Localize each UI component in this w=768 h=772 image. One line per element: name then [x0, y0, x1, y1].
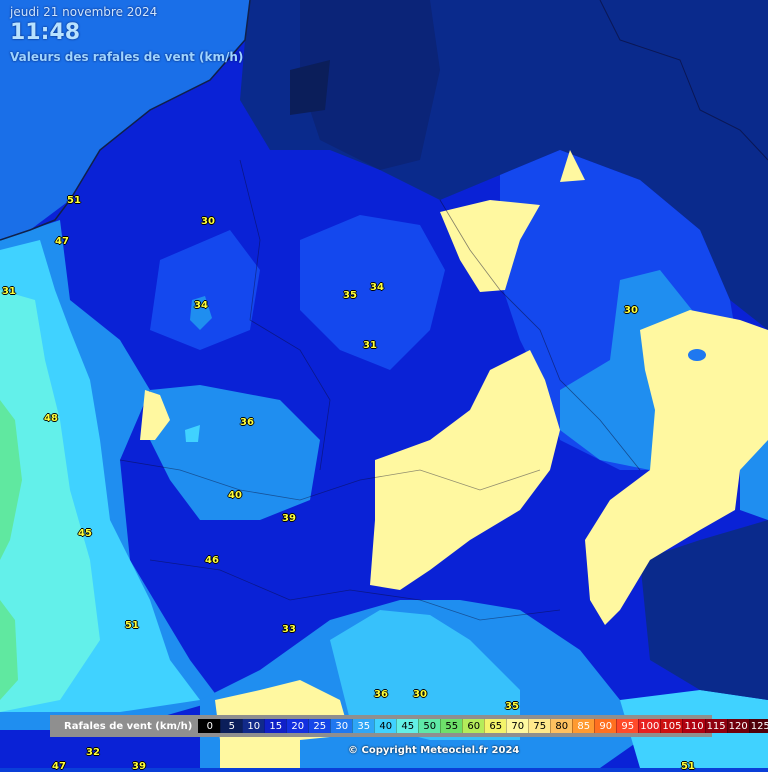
legend-step: 105	[660, 719, 683, 733]
legend-step: 40	[374, 719, 397, 733]
legend-step: 55	[440, 719, 463, 733]
legend-step: 5	[220, 719, 243, 733]
map-date: jeudi 21 novembre 2024	[10, 5, 158, 19]
gust-value: 31	[363, 340, 377, 351]
legend-step: 30	[330, 719, 353, 733]
gust-value: 46	[205, 555, 219, 566]
legend-step: 15	[264, 719, 287, 733]
legend-step: 90	[594, 719, 617, 733]
gust-value: 34	[194, 300, 208, 311]
legend-step: 100	[638, 719, 661, 733]
legend-step: 20	[286, 719, 309, 733]
legend-step: 125	[748, 719, 768, 733]
gust-value: 47	[52, 761, 66, 772]
legend-step: 80	[550, 719, 573, 733]
wind-gust-map	[0, 0, 768, 768]
legend-step: 60	[462, 719, 485, 733]
yellow-zone-south-lower	[220, 740, 300, 768]
gust-value: 40	[228, 490, 242, 501]
gust-value: 31	[2, 286, 16, 297]
gust-value: 51	[681, 761, 695, 772]
gust-value: 39	[282, 513, 296, 524]
gust-value: 33	[282, 624, 296, 635]
legend-step: 10	[242, 719, 265, 733]
legend-step: 70	[506, 719, 529, 733]
gust-value: 35	[505, 701, 519, 712]
gust-value: 30	[413, 689, 427, 700]
lake	[688, 349, 706, 361]
legend-step: 85	[572, 719, 595, 733]
legend-scale: 0 5 10 15 20 25 30 35 40 45 50 55 60 65 70 75 80 85 90 95 10…	[198, 719, 768, 733]
gust-value: 39	[132, 761, 146, 772]
legend-step: 25	[308, 719, 331, 733]
legend-step: 75	[528, 719, 551, 733]
gust-value: 45	[78, 528, 92, 539]
gust-value: 48	[44, 413, 58, 424]
gust-value: 30	[624, 305, 638, 316]
legend-step: 45	[396, 719, 419, 733]
gust-value: 34	[370, 282, 384, 293]
gust-value: 36	[240, 417, 254, 428]
gust-value: 47	[55, 236, 69, 247]
legend-step: 50	[418, 719, 441, 733]
map-time: 11:48	[10, 20, 81, 45]
legend-step: 110	[682, 719, 705, 733]
legend-title: Rafales de vent (km/h)	[64, 720, 193, 732]
legend-step: 115	[704, 719, 727, 733]
gust-value: 30	[201, 216, 215, 227]
gust-value: 35	[343, 290, 357, 301]
gust-value: 51	[67, 195, 81, 206]
legend-step: 65	[484, 719, 507, 733]
legend-step: 0	[198, 719, 221, 733]
legend-step: 35	[352, 719, 375, 733]
gust-value: 32	[86, 747, 100, 758]
gust-value: 51	[125, 620, 139, 631]
map-subtitle: Valeurs des rafales de vent (km/h)	[10, 50, 244, 64]
legend-step: 120	[726, 719, 749, 733]
copyright-notice: © Copyright Meteociel.fr 2024	[348, 745, 520, 756]
gust-value: 36	[374, 689, 388, 700]
legend-step: 95	[616, 719, 639, 733]
wind-gust-legend: Rafales de vent (km/h) 0 5 10 15 20 25 30 35 40 4…	[50, 715, 768, 737]
